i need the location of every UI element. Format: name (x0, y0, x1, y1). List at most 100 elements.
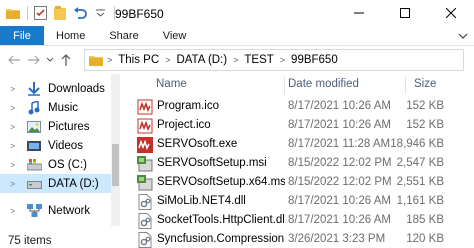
file-name: Program.ico (157, 100, 219, 112)
new-folder-icon[interactable] (53, 6, 67, 20)
dll-file-icon (137, 194, 153, 210)
file-date: 8/17/2021 10:26 AM (288, 214, 391, 226)
file-name: SiMoLib.NET4.dll (157, 195, 246, 207)
file-name: Syncfusion.Compression.B... (157, 233, 285, 245)
file-row[interactable]: SocketTools.HttpClient.dll 8/17/2021 10:… (120, 211, 474, 230)
quick-access-toolbar (0, 0, 120, 26)
file-size: 2,547 KB (396, 157, 444, 169)
file-size: 152 KB (406, 100, 444, 112)
close-icon[interactable] (428, 0, 474, 26)
file-name: SocketTools.HttpClient.dll (157, 214, 285, 226)
sidebar-item-network[interactable]: > Network (0, 201, 120, 220)
video-icon (26, 138, 42, 154)
column-size[interactable]: Size (414, 78, 436, 90)
qat-separator (27, 6, 28, 20)
sidebar-item-label: Videos (48, 139, 83, 152)
sidebar-item-videos[interactable]: > Videos (0, 136, 120, 155)
up-arrow-icon[interactable] (56, 50, 76, 70)
sidebar-item-label: Downloads (48, 82, 105, 95)
tab-file[interactable]: File (0, 26, 44, 45)
file-size: 2,551 KB (396, 176, 444, 188)
file-row[interactable]: Syncfusion.Compression.B... 3/26/2021 3:… (120, 230, 474, 248)
undo-icon[interactable] (73, 6, 87, 20)
file-size: 18,946 KB (390, 138, 444, 150)
file-date: 8/17/2021 10:26 AM (288, 119, 391, 131)
tab-home[interactable]: Home (44, 26, 97, 45)
file-row[interactable]: Program.ico 8/17/2021 10:26 AM 152 KB (120, 97, 474, 116)
column-divider[interactable] (405, 76, 406, 94)
sidebar-item-music[interactable]: > Music (0, 98, 120, 117)
drive-icon (26, 176, 42, 192)
sidebar-item-pictures[interactable]: > Pictures (0, 117, 120, 136)
file-name: SERVOsoftSetup.x64.msi (157, 176, 285, 188)
file-date: 8/15/2022 12:02 PM (288, 176, 392, 188)
expand-ribbon-icon[interactable] (458, 29, 468, 43)
breadcrumb-chevron-icon[interactable]: > (163, 55, 172, 65)
expand-chevron-icon[interactable]: > (10, 141, 20, 151)
forward-arrow-icon[interactable] (24, 50, 44, 70)
sidebar-item-label: Music (48, 101, 79, 114)
maximize-icon[interactable] (382, 0, 428, 26)
breadcrumb-test[interactable]: TEST (240, 54, 277, 66)
breadcrumb-current[interactable]: 99BF650 (287, 54, 342, 66)
breadcrumb-data-drive[interactable]: DATA (D:) (172, 54, 231, 66)
window-controls (336, 0, 474, 26)
address-bar[interactable]: > This PC > DATA (D:) > TEST > 99BF650 (84, 49, 464, 71)
file-row[interactable]: SERVOsoft.exe 8/17/2021 11:28 AM 18,946 … (120, 135, 474, 154)
recent-locations-icon[interactable] (44, 50, 56, 70)
file-name: SERVOsoftSetup.msi (157, 157, 267, 169)
ribbon-tabs: File Home Share View (0, 26, 474, 46)
expand-chevron-icon[interactable]: > (10, 160, 20, 170)
sidebar-item-os-drive[interactable]: > OS (C:) (0, 155, 120, 174)
ribbon-right (458, 26, 474, 45)
navigation-bar: > This PC > DATA (D:) > TEST > 99BF650 (0, 46, 474, 74)
file-size: 152 KB (406, 119, 444, 131)
msi-installer-icon (137, 156, 153, 172)
sidebar-item-label: Network (48, 204, 91, 217)
column-divider[interactable] (284, 76, 285, 94)
qat-dropdown-icon[interactable] (93, 6, 107, 20)
navigation-pane-scrollbar[interactable] (111, 74, 120, 226)
ico-file-icon (137, 99, 153, 115)
sidebar-item-label: OS (C:) (48, 158, 87, 171)
file-date: 8/17/2021 10:26 AM (288, 195, 391, 207)
expand-chevron-icon[interactable]: > (10, 122, 20, 132)
window-title: 99BF650 (115, 7, 164, 21)
expand-chevron-icon[interactable]: > (10, 84, 20, 94)
expand-chevron-icon[interactable]: > (10, 206, 20, 216)
tab-share[interactable]: Share (97, 26, 150, 45)
scrollbar-thumb[interactable] (112, 144, 119, 186)
download-arrow-icon (26, 81, 42, 97)
properties-icon[interactable] (33, 6, 47, 20)
sidebar-item-data-drive[interactable]: > DATA (D:) (0, 174, 120, 193)
file-name: Project.ico (157, 119, 211, 131)
exe-app-icon (137, 137, 153, 153)
file-row[interactable]: SERVOsoftSetup.x64.msi 8/15/2022 12:02 P… (120, 173, 474, 192)
ico-file-icon (137, 118, 153, 134)
folder-icon (6, 6, 20, 20)
file-row[interactable]: SERVOsoftSetup.msi 8/15/2022 12:02 PM 2,… (120, 154, 474, 173)
column-header: Name Date modified Size (120, 74, 474, 96)
sidebar-item-label: DATA (D:) (48, 177, 99, 190)
breadcrumb-chevron-icon[interactable]: > (278, 55, 287, 65)
navigation-pane: > Downloads > Music > Pictures > Videos … (0, 74, 120, 226)
file-name: SERVOsoft.exe (157, 138, 238, 150)
pictures-icon (26, 119, 42, 135)
file-date: 3/26/2021 3:23 PM (288, 233, 386, 245)
back-arrow-icon[interactable] (4, 50, 24, 70)
expand-chevron-icon[interactable]: > (10, 103, 20, 113)
expand-chevron-icon[interactable]: > (10, 179, 20, 189)
minimize-icon[interactable] (336, 0, 382, 26)
file-row[interactable]: SiMoLib.NET4.dll 8/17/2021 10:26 AM 1,16… (120, 192, 474, 211)
title-bar: 99BF650 (0, 0, 474, 26)
item-count: 75 items (8, 235, 52, 247)
file-row[interactable]: Project.ico 8/17/2021 10:26 AM 152 KB (120, 116, 474, 135)
breadcrumb-this-pc[interactable]: This PC (114, 54, 163, 66)
breadcrumb-chevron-icon[interactable]: > (231, 55, 240, 65)
column-date-modified[interactable]: Date modified (288, 78, 359, 90)
sidebar-item-downloads[interactable]: > Downloads (0, 79, 120, 98)
breadcrumb-chevron-icon[interactable]: > (105, 55, 114, 65)
tab-view[interactable]: View (151, 26, 199, 45)
column-name[interactable]: Name (156, 78, 187, 90)
msi-installer-icon (137, 175, 153, 191)
